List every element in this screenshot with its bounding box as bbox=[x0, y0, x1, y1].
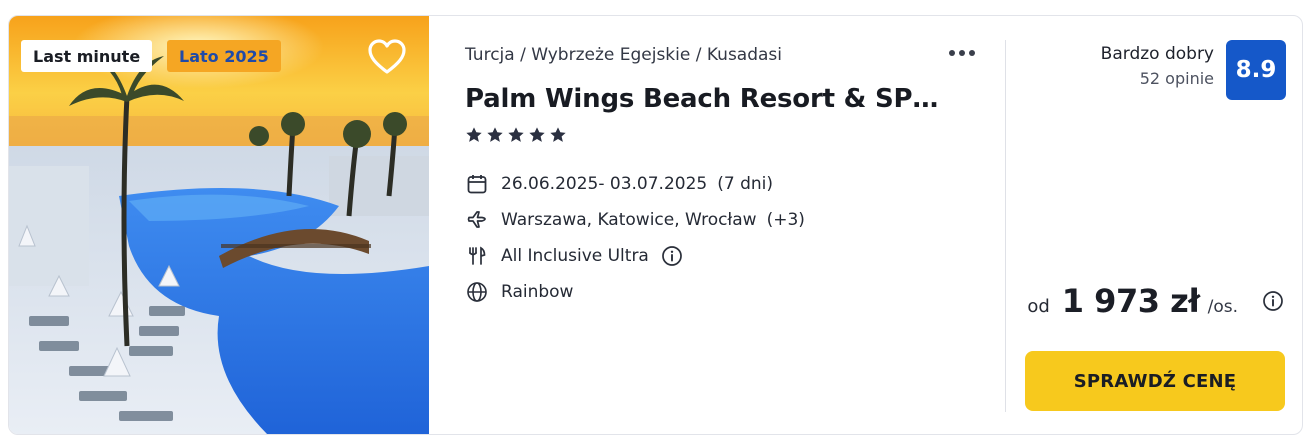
dates-row: 26.06.2025- 03.07.2025 (7 dni) bbox=[465, 166, 805, 202]
heart-icon bbox=[368, 39, 406, 74]
departure-cities: Warszawa, Katowice, Wrocław bbox=[501, 210, 757, 230]
star-icon bbox=[550, 127, 566, 142]
star-icon bbox=[466, 127, 482, 142]
column-divider bbox=[1005, 40, 1006, 412]
last-minute-badge: Last minute bbox=[21, 40, 153, 72]
offer-card[interactable]: Last minute Lato 2025 Turcja / Wybrzeże … bbox=[8, 15, 1303, 435]
price-prefix: od bbox=[1027, 296, 1050, 317]
rating-summary[interactable]: Bardzo dobry 52 opinie bbox=[1101, 44, 1214, 88]
departure-row: Warszawa, Katowice, Wrocław (+3) bbox=[465, 202, 805, 238]
travel-dates: 26.06.2025- 03.07.2025 bbox=[501, 174, 708, 194]
offer-info: Turcja / Wybrzeże Egejskie / Kusadasi Pa… bbox=[465, 16, 1005, 434]
more-dots-icon bbox=[949, 50, 955, 56]
favorite-button[interactable] bbox=[367, 38, 407, 76]
rating-score-badge: 8.9 bbox=[1226, 40, 1286, 100]
hotel-title[interactable]: Palm Wings Beach Resort & SP… bbox=[465, 84, 938, 114]
check-price-button[interactable]: SPRAWDŹ CENĘ bbox=[1025, 351, 1285, 411]
season-badge: Lato 2025 bbox=[167, 40, 281, 72]
star-icon bbox=[508, 127, 524, 142]
tour-operator: Rainbow bbox=[501, 282, 574, 302]
price: od 1 973 zł /os. bbox=[1027, 282, 1284, 320]
hotel-stars bbox=[465, 126, 567, 144]
cutlery-icon bbox=[465, 244, 489, 268]
travel-duration: (7 dni) bbox=[717, 174, 773, 194]
price-info-icon[interactable] bbox=[1262, 290, 1284, 312]
operator-row: Rainbow bbox=[465, 274, 805, 310]
plane-icon bbox=[465, 208, 489, 232]
globe-icon bbox=[465, 280, 489, 304]
hotel-photo-image bbox=[9, 16, 429, 434]
more-options-button[interactable] bbox=[949, 44, 979, 62]
info-icon[interactable] bbox=[661, 245, 683, 267]
price-suffix: /os. bbox=[1207, 297, 1238, 317]
departure-extra-count[interactable]: (+3) bbox=[767, 210, 805, 230]
price-panel: Bardzo dobry 52 opinie 8.9 od 1 973 zł /… bbox=[1009, 16, 1302, 434]
location-breadcrumb[interactable]: Turcja / Wybrzeże Egejskie / Kusadasi bbox=[465, 45, 782, 65]
board-row: All Inclusive Ultra bbox=[465, 238, 805, 274]
reviews-count: 52 opinie bbox=[1139, 69, 1214, 88]
rating-label: Bardzo dobry bbox=[1100, 44, 1214, 64]
star-icon bbox=[529, 127, 545, 142]
hotel-photo[interactable]: Last minute Lato 2025 bbox=[9, 16, 429, 434]
calendar-icon bbox=[465, 172, 489, 196]
price-amount: 1 973 zł bbox=[1061, 282, 1200, 320]
board-type: All Inclusive Ultra bbox=[501, 246, 649, 266]
star-icon bbox=[487, 127, 503, 142]
